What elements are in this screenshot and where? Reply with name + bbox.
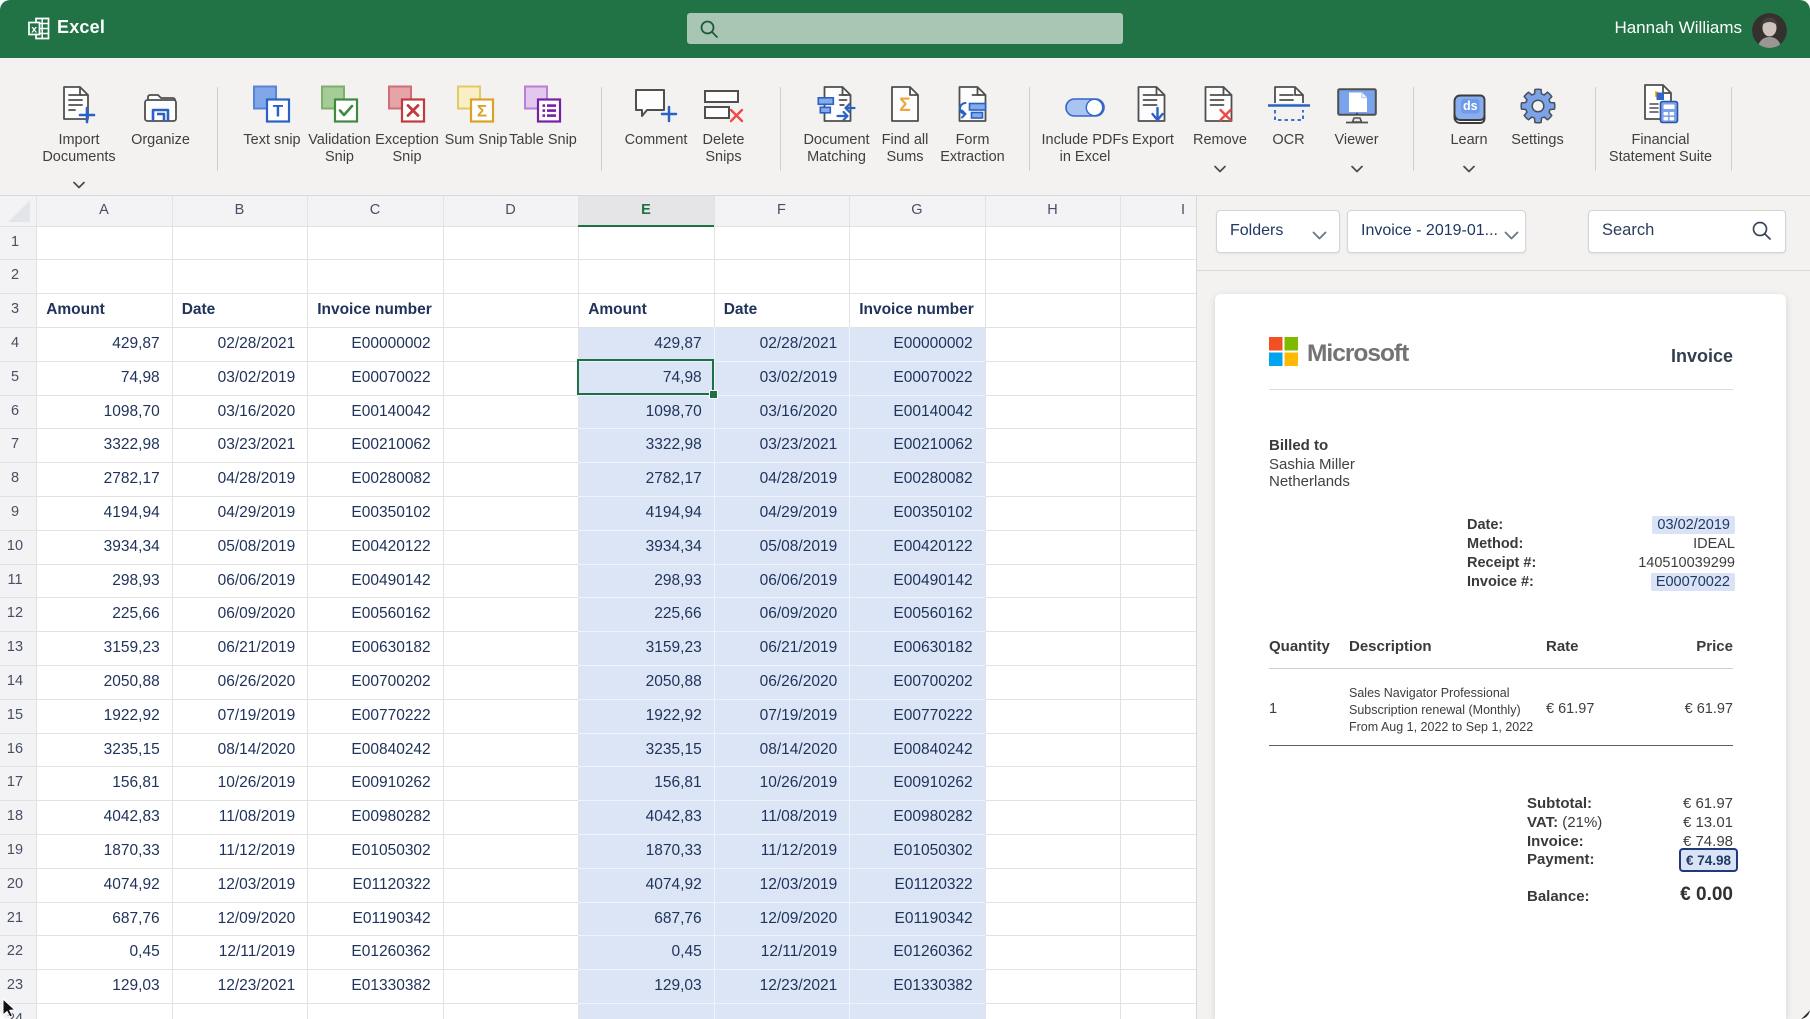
svg-text:ds: ds <box>1463 99 1478 113</box>
svg-text:x: x <box>31 24 37 36</box>
svg-text:Σ: Σ <box>899 95 910 116</box>
svg-text:T: T <box>273 102 284 121</box>
svg-text:Σ: Σ <box>477 102 487 121</box>
